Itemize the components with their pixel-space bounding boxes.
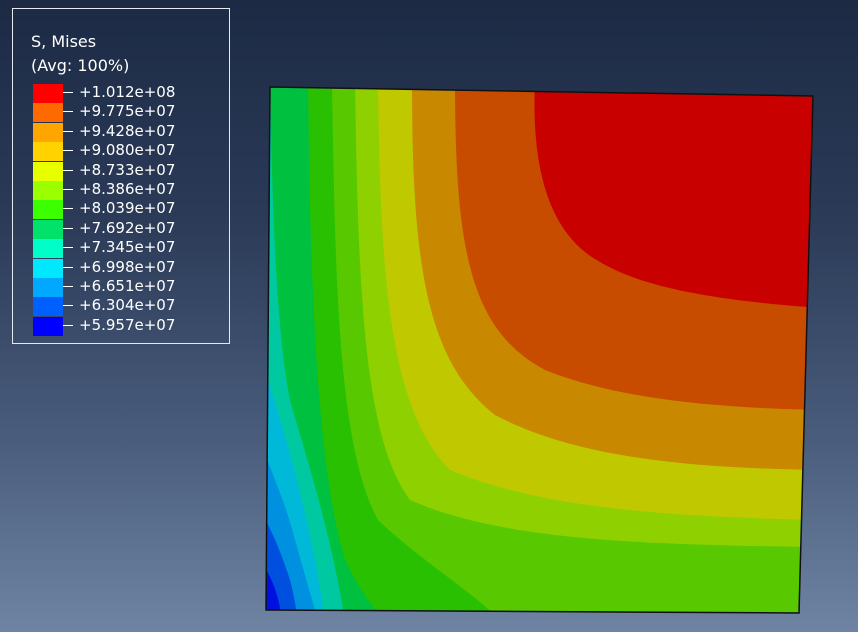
contour-plot[interactable] [0,0,858,632]
contour-bands [266,87,813,613]
viewport[interactable]: S, Mises (Avg: 100%) +1.012e+08 +9.775e+0… [0,0,858,632]
